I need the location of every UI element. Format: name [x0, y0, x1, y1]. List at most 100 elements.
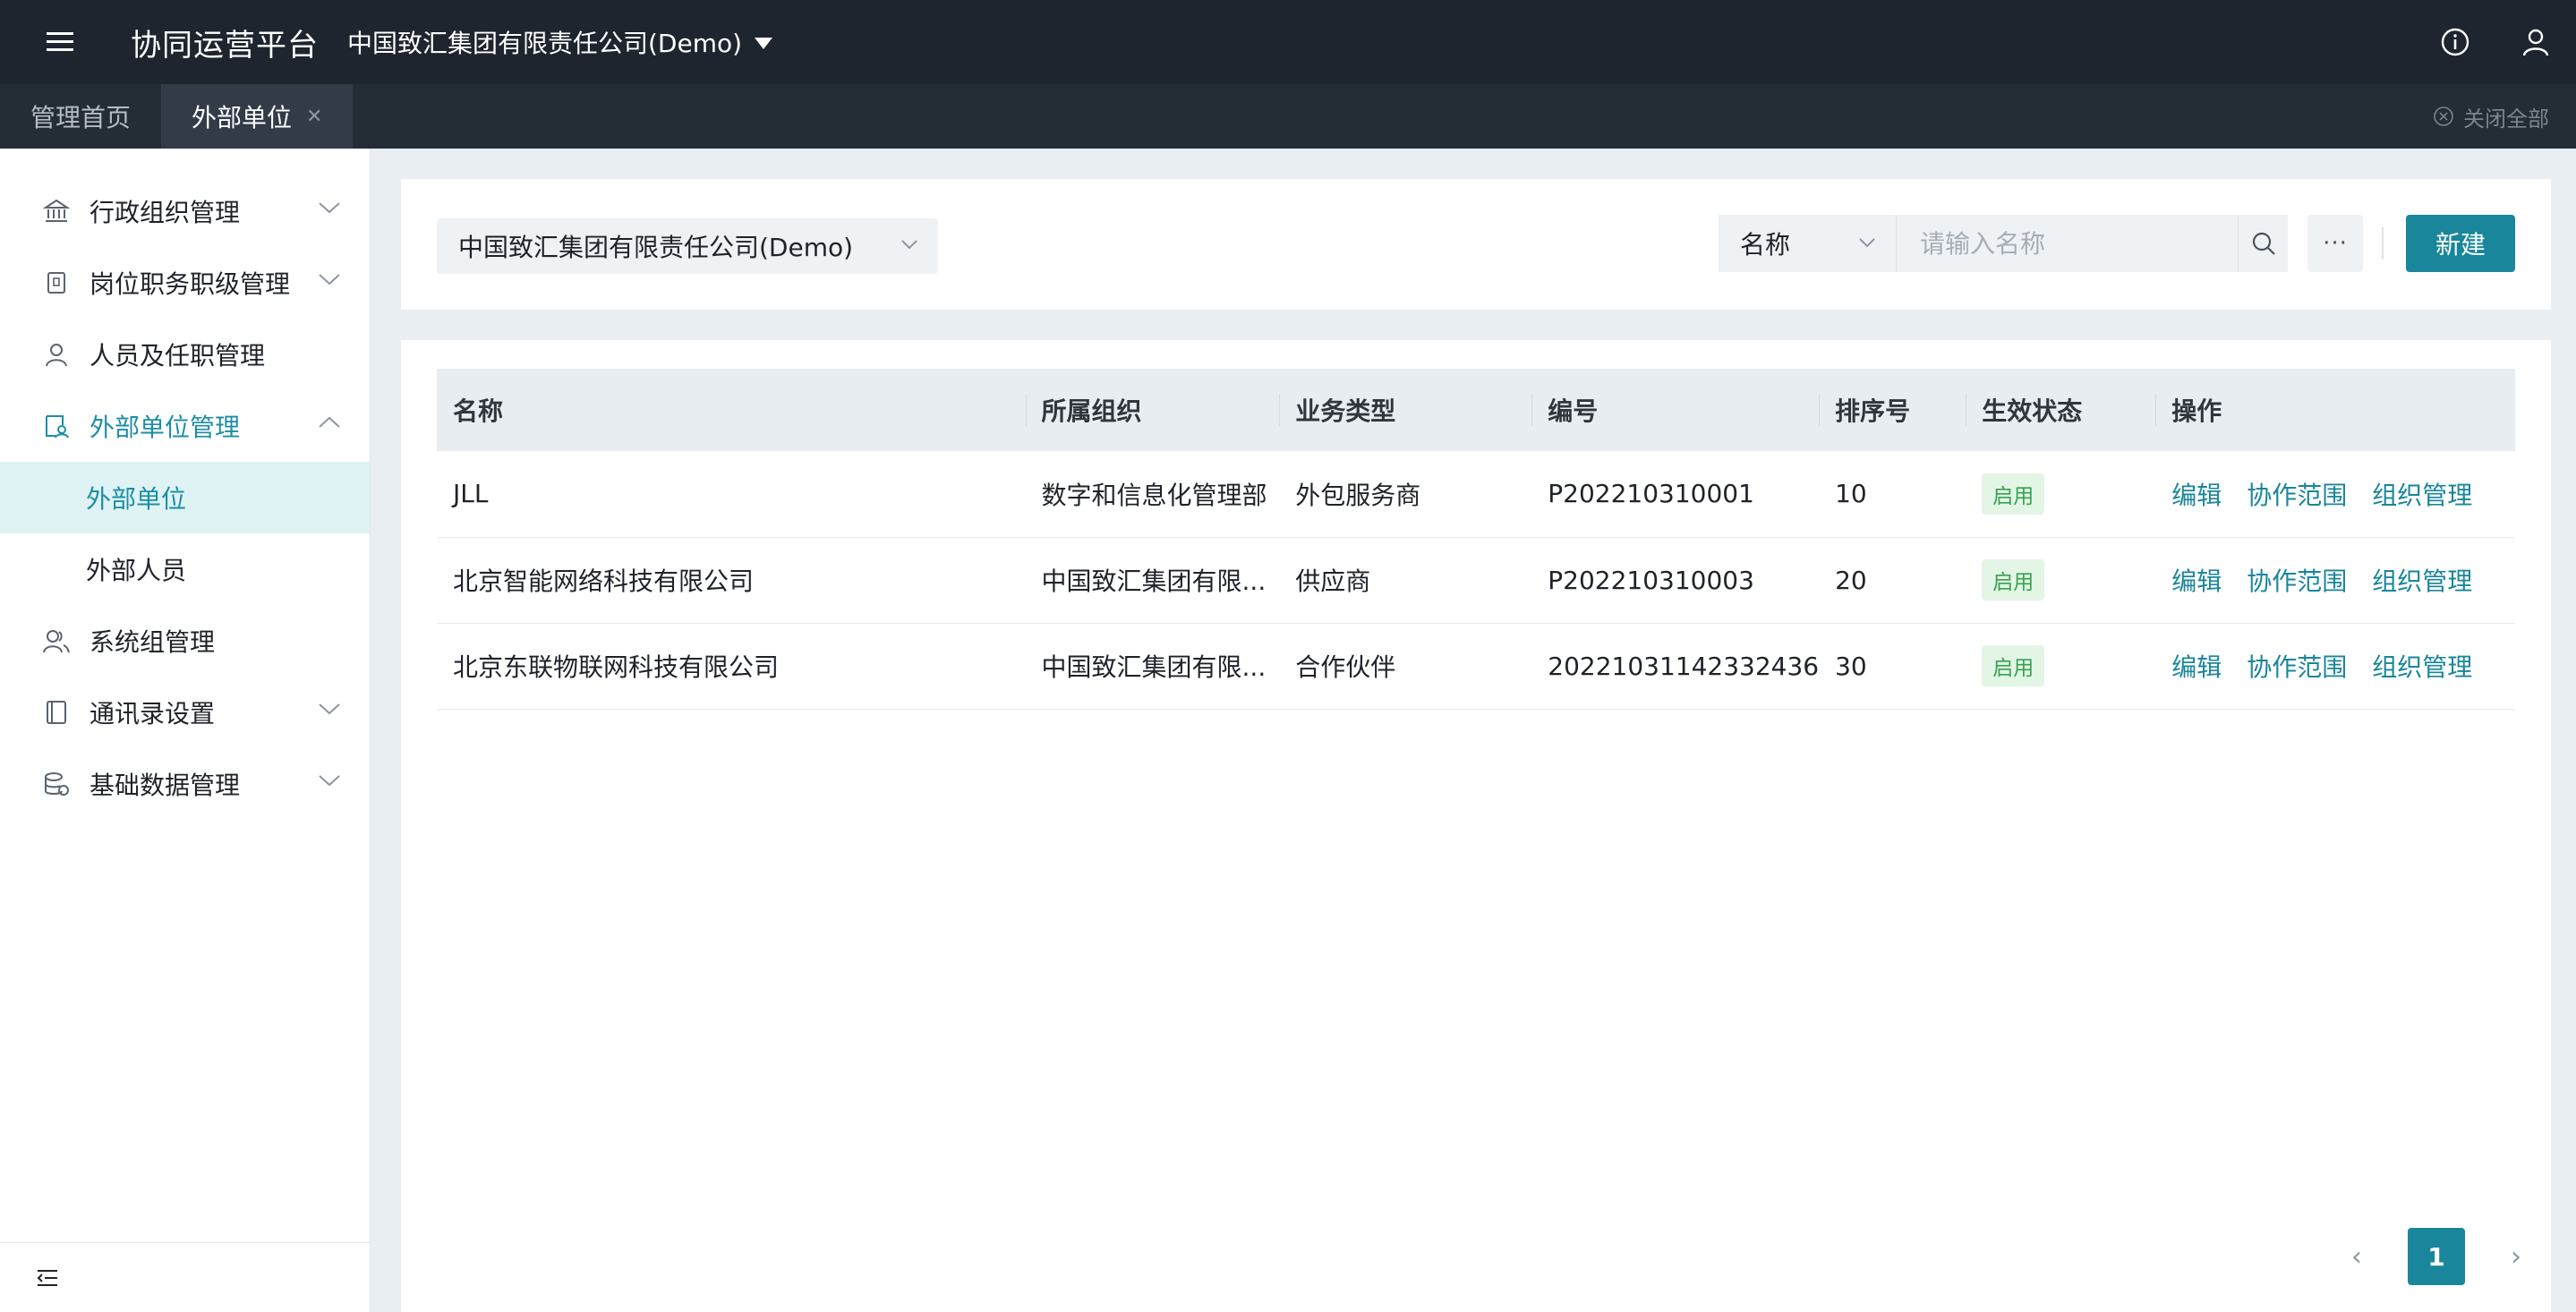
edit-link[interactable]: 编辑: [2171, 481, 2222, 510]
app-title: 协同运营平台: [131, 27, 319, 64]
edit-link[interactable]: 编辑: [2171, 567, 2222, 596]
cell-org: 中国致汇集团有限...: [1025, 537, 1280, 624]
column-header: 业务类型: [1279, 369, 1532, 451]
sidebar-item-base-data[interactable]: 基础数据管理: [0, 748, 370, 820]
close-all-button[interactable]: 关闭全部: [2433, 84, 2549, 149]
sidebar-subitem-external-people[interactable]: 外部人员: [0, 533, 370, 605]
close-icon[interactable]: ✕: [306, 106, 322, 128]
next-page-icon[interactable]: ›: [2488, 1229, 2544, 1284]
user-icon[interactable]: [2495, 0, 2576, 84]
cell-actions: 编辑 协作范围 组织管理: [2155, 537, 2515, 624]
table-row: 北京智能网络科技有限公司 中国致汇集团有限... 供应商 P2022103100…: [437, 537, 2515, 624]
more-button[interactable]: ···: [2307, 215, 2363, 272]
sidebar-item-admin-org[interactable]: 行政组织管理: [0, 175, 370, 247]
tab-label: 外部单位: [192, 103, 293, 132]
page-number[interactable]: 1: [2408, 1228, 2465, 1285]
pagination: ‹ 1 ›: [2329, 1228, 2544, 1285]
org-select-value: 中国致汇集团有限责任公司(Demo): [458, 233, 854, 262]
new-button[interactable]: 新建: [2406, 215, 2515, 272]
sidebar-subitem-label: 外部人员: [86, 556, 187, 585]
org-manage-link[interactable]: 组织管理: [2372, 567, 2472, 596]
cell-code: P202210310001: [1531, 451, 1820, 538]
status-badge: 启用: [1982, 559, 2045, 601]
close-circle-icon: [2434, 106, 2453, 126]
collapse-sidebar-button[interactable]: [0, 1242, 371, 1312]
sidebar-subitem-label: 外部单位: [86, 484, 187, 514]
badge-icon: [41, 268, 72, 298]
cell-type: 外包服务商: [1279, 451, 1532, 538]
chevron-down-icon: [319, 274, 340, 285]
cell-org: 数字和信息化管理部: [1025, 451, 1280, 538]
scope-link[interactable]: 协作范围: [2247, 652, 2347, 682]
tab-label: 管理首页: [30, 103, 132, 132]
table-panel: 名称 所属组织 业务类型 编号 排序号 生效状态 操作 JLL 数字和信息化管理…: [401, 340, 2551, 1312]
cell-status: 启用: [1966, 537, 2156, 624]
chevron-down-icon: [319, 703, 340, 715]
contacts-icon: [41, 697, 72, 728]
sidebar-item-contacts[interactable]: 通讯录设置: [0, 677, 370, 748]
search-field-value: 名称: [1740, 230, 1791, 260]
sidebar-item-label: 基础数据管理: [90, 771, 241, 800]
chevron-down-icon: [1859, 238, 1875, 248]
cell-name: JLL: [437, 451, 1026, 538]
sidebar-item-label: 外部单位管理: [90, 413, 241, 442]
cell-order: 10: [1819, 451, 1966, 538]
chevron-up-icon: [319, 416, 340, 428]
cell-order: 20: [1819, 537, 1966, 624]
column-header: 编号: [1531, 369, 1820, 451]
sidebar: 行政组织管理 岗位职务职级管理 人员及任职管理 外部单位管理 外部单位 外部人员…: [0, 149, 371, 1312]
database-icon: [41, 769, 72, 799]
cell-code: P202210310003: [1531, 537, 1820, 624]
search-group: 名称: [1719, 215, 2288, 272]
sidebar-item-external-org[interactable]: 外部单位管理: [0, 390, 370, 462]
column-header: 名称: [437, 369, 1026, 451]
tab-external-units[interactable]: 外部单位 ✕: [161, 84, 354, 149]
sidebar-item-system-group[interactable]: 系统组管理: [0, 605, 370, 677]
sidebar-item-personnel[interactable]: 人员及任职管理: [0, 319, 370, 390]
table-header-row: 名称 所属组织 业务类型 编号 排序号 生效状态 操作: [437, 369, 2515, 451]
chevron-down-icon: [901, 240, 917, 250]
sidebar-item-label: 行政组织管理: [90, 198, 241, 227]
sidebar-item-label: 岗位职务职级管理: [90, 269, 291, 299]
company-name: 中国致汇集团有限责任公司(Demo): [347, 29, 743, 58]
top-bar: 协同运营平台 中国致汇集团有限责任公司(Demo): [0, 0, 2576, 84]
org-manage-link[interactable]: 组织管理: [2372, 481, 2472, 510]
close-all-label: 关闭全部: [2463, 106, 2549, 132]
group-icon: [41, 626, 72, 656]
search-input[interactable]: [1896, 215, 2238, 272]
search-field-select[interactable]: 名称: [1719, 215, 1896, 272]
org-select[interactable]: 中国致汇集团有限责任公司(Demo): [437, 218, 938, 274]
person-icon: [41, 339, 72, 370]
column-header: 排序号: [1819, 369, 1966, 451]
cell-type: 供应商: [1279, 537, 1532, 624]
info-icon[interactable]: [2415, 0, 2495, 84]
scope-link[interactable]: 协作范围: [2247, 481, 2347, 510]
external-org-icon: [41, 411, 72, 441]
table-row: JLL 数字和信息化管理部 外包服务商 P202210310001 10 启用 …: [437, 451, 2515, 538]
column-header: 生效状态: [1966, 369, 2156, 451]
cell-code: 20221031142332436: [1531, 623, 1820, 710]
menu-icon[interactable]: [30, 0, 93, 84]
cell-status: 启用: [1966, 623, 2156, 710]
sidebar-subitem-external-units[interactable]: 外部单位: [0, 462, 370, 533]
cell-actions: 编辑 协作范围 组织管理: [2155, 451, 2515, 538]
org-manage-link[interactable]: 组织管理: [2372, 652, 2472, 682]
search-icon[interactable]: [2238, 215, 2288, 272]
edit-link[interactable]: 编辑: [2171, 652, 2222, 682]
cell-type: 合作伙伴: [1279, 623, 1532, 710]
cell-status: 启用: [1966, 451, 2156, 538]
chevron-down-icon: [319, 202, 340, 214]
tab-home[interactable]: 管理首页: [0, 84, 161, 149]
status-badge: 启用: [1982, 645, 2045, 686]
bank-icon: [41, 196, 72, 226]
column-header: 所属组织: [1025, 369, 1280, 451]
status-badge: 启用: [1982, 473, 2045, 515]
scope-link[interactable]: 协作范围: [2247, 567, 2347, 596]
tabs-bar: 管理首页 外部单位 ✕ 关闭全部: [0, 84, 2576, 149]
divider: [2382, 227, 2384, 260]
sidebar-item-positions[interactable]: 岗位职务职级管理: [0, 247, 370, 319]
company-switcher[interactable]: 中国致汇集团有限责任公司(Demo): [347, 24, 773, 60]
cell-name: 北京东联物联网科技有限公司: [437, 623, 1026, 710]
sidebar-item-label: 系统组管理: [90, 627, 216, 657]
prev-page-icon[interactable]: ‹: [2329, 1229, 2384, 1284]
